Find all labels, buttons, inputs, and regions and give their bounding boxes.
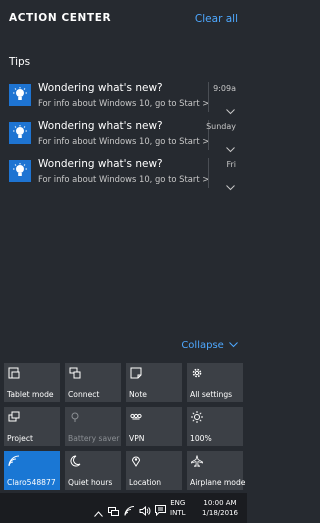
quick-action-label: 100%: [190, 434, 212, 443]
gear-icon: [192, 368, 202, 378]
notification-body: For info about Windows 10, go to Start >: [38, 136, 210, 146]
notification-time: Sunday: [206, 122, 236, 131]
quick-action-label: All settings: [190, 390, 233, 399]
lightbulb-icon: [9, 160, 31, 182]
quick-action-tablet-mode[interactable]: Tablet mode: [4, 363, 60, 402]
quick-action-label: Battery saver: [68, 434, 120, 443]
notification-item[interactable]: Wondering what's new? For info about Win…: [5, 80, 242, 116]
taskbar: ENG INTL 10:00 AM 1/18/2016: [0, 493, 247, 523]
clear-all-link[interactable]: Clear all: [195, 13, 238, 25]
wifi-icon: [8, 455, 20, 467]
notification-body: For info about Windows 10, go to Start >: [38, 98, 210, 108]
chevron-down-icon[interactable]: [226, 138, 235, 157]
notification-item[interactable]: Wondering what's new? For info about Win…: [5, 156, 242, 192]
network-icon[interactable]: [108, 501, 119, 520]
input-language-indicator[interactable]: ENG INTL: [170, 498, 185, 518]
keyboard-layout: INTL: [170, 509, 186, 517]
chevron-up-icon[interactable]: [94, 502, 103, 521]
action-center-icon[interactable]: [155, 501, 166, 520]
clock-date: 1/18/2016: [202, 509, 238, 517]
taskbar-clock[interactable]: 10:00 AM 1/18/2016: [200, 498, 240, 518]
project-icon: [8, 411, 20, 422]
airplane-icon: [191, 455, 203, 467]
action-center-header: ACTION CENTER Clear all: [0, 0, 247, 40]
quick-action-quiet-hours[interactable]: Quiet hours: [65, 451, 121, 490]
location-icon: [131, 456, 141, 467]
moon-icon: [70, 455, 81, 467]
quick-action-label: VPN: [129, 434, 145, 443]
quick-action-connect[interactable]: Connect: [65, 363, 121, 402]
notification-item[interactable]: Wondering what's new? For info about Win…: [5, 118, 242, 154]
quick-action-note[interactable]: Note: [126, 363, 182, 402]
quick-action-wifi[interactable]: Claro548877: [4, 451, 60, 490]
lightbulb-icon: [9, 84, 31, 106]
quick-action-vpn[interactable]: VPN: [126, 407, 182, 446]
notification-title: Wondering what's new?: [38, 82, 163, 94]
notification-divider: [208, 82, 209, 112]
notification-time: Fri: [226, 160, 236, 169]
vpn-icon: [130, 413, 142, 420]
quick-action-location[interactable]: Location: [126, 451, 182, 490]
notification-body: For info about Windows 10, go to Start >: [38, 174, 210, 184]
brightness-icon: [191, 411, 203, 423]
notification-title: Wondering what's new?: [38, 158, 163, 170]
quick-action-brightness[interactable]: 100%: [187, 407, 243, 446]
action-center-title: ACTION CENTER: [9, 12, 112, 24]
chevron-down-icon[interactable]: [226, 100, 235, 119]
battery-saver-icon: [71, 412, 79, 422]
tips-group-title: Tips: [9, 56, 31, 68]
quick-action-label: Claro548877: [7, 478, 56, 487]
note-icon: [130, 367, 142, 379]
speaker-icon[interactable]: [139, 501, 151, 520]
quick-action-label: Location: [129, 478, 162, 487]
quick-action-label: Project: [7, 434, 33, 443]
action-center-panel: ACTION CENTER Clear all Tips Wondering w…: [0, 0, 247, 523]
quick-action-label: Connect: [68, 390, 100, 399]
quick-action-label: Quiet hours: [68, 478, 113, 487]
quick-action-airplane-mode[interactable]: Airplane mode: [187, 451, 246, 490]
collapse-button[interactable]: Collapse: [181, 340, 238, 351]
wifi-icon[interactable]: [124, 501, 135, 520]
quick-action-label: Tablet mode: [7, 390, 54, 399]
chevron-down-icon[interactable]: [226, 176, 235, 195]
language-code: ENG: [170, 499, 186, 507]
lightbulb-icon: [9, 122, 31, 144]
quick-action-all-settings[interactable]: All settings: [187, 363, 243, 402]
quick-action-label: Note: [129, 390, 147, 399]
tablet-mode-icon: [8, 367, 20, 379]
quick-action-label: Airplane mode: [190, 478, 246, 487]
chevron-down-icon: [229, 342, 238, 348]
quick-action-project[interactable]: Project: [4, 407, 60, 446]
notification-time: 9:09a: [213, 84, 236, 93]
quick-actions-grid: Tablet mode Connect Note All settings Pr…: [4, 363, 246, 491]
quick-action-battery-saver[interactable]: Battery saver: [65, 407, 121, 446]
notification-title: Wondering what's new?: [38, 120, 163, 132]
collapse-label: Collapse: [181, 340, 224, 351]
clock-time: 10:00 AM: [203, 499, 237, 507]
notification-divider: [208, 158, 209, 188]
connect-icon: [69, 367, 81, 379]
